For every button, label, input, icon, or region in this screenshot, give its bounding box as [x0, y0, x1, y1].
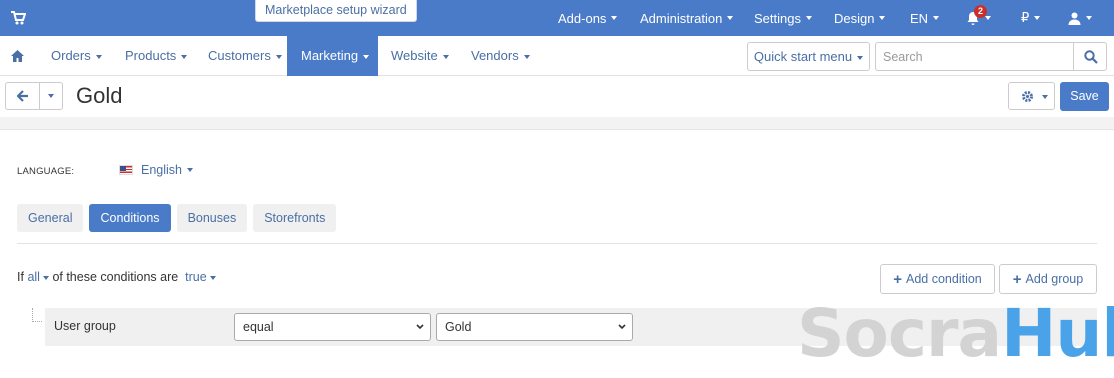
tree-connector: [32, 308, 42, 322]
true-label: true: [185, 270, 207, 284]
caret-down-icon: [1034, 16, 1041, 20]
arrow-left-icon: [17, 90, 28, 102]
design-label: Design: [834, 10, 875, 26]
setup-wizard-button[interactable]: Marketplace setup wizard: [255, 0, 417, 22]
watermark-part1: Socra: [797, 295, 1002, 372]
nav-products[interactable]: Products: [125, 36, 188, 76]
all-selector[interactable]: all: [27, 270, 49, 284]
search-input[interactable]: [875, 42, 1074, 71]
chevron-down-icon: [618, 324, 626, 330]
tab-bonuses[interactable]: Bonuses: [176, 204, 248, 232]
tab-storefronts[interactable]: Storefronts: [253, 204, 337, 232]
nav-marketing[interactable]: Marketing: [287, 36, 378, 76]
back-dropdown-button[interactable]: [39, 82, 63, 110]
caret-down-icon: [805, 16, 812, 20]
nav-orders-label: Orders: [51, 48, 91, 63]
condition-label: User group: [54, 319, 116, 333]
plus-icon: +: [1012, 271, 1022, 288]
page-title: Gold: [76, 83, 123, 108]
add-group-button[interactable]: + Add group: [999, 264, 1097, 294]
watermark-part2: Hub: [1001, 295, 1114, 372]
administration-label: Administration: [640, 10, 723, 26]
search-icon: [1084, 50, 1098, 64]
language-selector[interactable]: English: [119, 163, 193, 177]
nav-vendors-label: Vendors: [471, 48, 519, 63]
notifications-badge: 2: [974, 5, 987, 18]
nav-website-label: Website: [391, 48, 438, 63]
nav-website[interactable]: Website: [391, 36, 449, 76]
design-menu[interactable]: Design: [834, 0, 886, 36]
cart-icon[interactable]: [10, 10, 26, 26]
nav-vendors[interactable]: Vendors: [471, 36, 530, 76]
language-label: EN: [910, 10, 929, 26]
add-condition-label: Add condition: [906, 272, 982, 286]
caret-down-icon: [985, 16, 991, 20]
condition-sentence: If all of these conditions are true: [17, 270, 216, 284]
caret-down-icon: [727, 16, 734, 20]
caret-down-icon: [363, 54, 370, 59]
divider: [0, 117, 1114, 130]
us-flag-icon: [119, 165, 133, 175]
nav-orders[interactable]: Orders: [51, 36, 102, 76]
addons-label: Add-ons: [558, 10, 607, 26]
quick-start-label: Quick start menu: [753, 49, 853, 64]
caret-down-icon: [1086, 16, 1092, 20]
operator-value: equal: [243, 320, 274, 334]
chevron-down-icon: [416, 324, 424, 330]
tab-general[interactable]: General: [17, 204, 84, 232]
caret-down-icon: [181, 54, 188, 59]
tabs-divider: [17, 243, 1097, 244]
nav-customers[interactable]: Customers: [208, 36, 282, 76]
caret-down-icon: [95, 54, 102, 59]
addons-menu[interactable]: Add-ons: [558, 0, 618, 36]
nav-customers-label: Customers: [208, 48, 271, 63]
language-value: English: [141, 163, 182, 177]
caret-down-icon: [523, 54, 530, 59]
caret-down-icon: [1042, 95, 1048, 99]
caret-down-icon: [48, 93, 54, 98]
caret-down-icon: [442, 54, 449, 59]
plus-icon: +: [893, 271, 902, 288]
currency-menu[interactable]: ₽: [1021, 0, 1041, 36]
save-button[interactable]: Save: [1060, 82, 1109, 111]
administration-menu[interactable]: Administration: [640, 0, 734, 36]
caret-down-icon: [879, 16, 886, 20]
add-condition-button[interactable]: + Add condition: [880, 264, 995, 294]
user-menu[interactable]: [1068, 0, 1092, 36]
add-group-label: Add group: [1025, 272, 1084, 286]
all-label: all: [27, 270, 40, 284]
caret-down-icon: [187, 168, 193, 172]
condition-middle-text: of these conditions are: [52, 270, 179, 284]
home-icon[interactable]: [11, 50, 24, 62]
caret-down-icon: [209, 275, 216, 280]
caret-down-icon: [611, 16, 618, 20]
true-selector[interactable]: true: [185, 270, 216, 284]
nav-marketing-label: Marketing: [301, 48, 359, 63]
user-icon: [1068, 12, 1081, 25]
tab-conditions[interactable]: Conditions: [89, 204, 171, 232]
value-value: Gold: [445, 320, 472, 334]
value-select[interactable]: Gold: [436, 313, 633, 341]
search-button[interactable]: [1073, 42, 1107, 71]
caret-down-icon: [42, 275, 49, 280]
settings-label: Settings: [754, 10, 801, 26]
top-bar: [0, 0, 1114, 36]
caret-down-icon: [857, 55, 864, 60]
if-text: If: [17, 270, 24, 284]
gear-icon: [1022, 91, 1033, 102]
currency-label: ₽: [1021, 10, 1030, 25]
language-menu[interactable]: EN: [910, 0, 940, 36]
back-button[interactable]: [5, 82, 40, 110]
tabs: General Conditions Bonuses Storefronts: [17, 204, 337, 232]
caret-down-icon: [933, 16, 940, 20]
nav-products-label: Products: [125, 48, 177, 63]
settings-menu[interactable]: Settings: [754, 0, 812, 36]
quick-start-menu-button[interactable]: Quick start menu: [747, 42, 870, 71]
title-bar: Gold Save: [0, 77, 1114, 117]
settings-dropdown-button[interactable]: [1008, 82, 1055, 110]
caret-down-icon: [275, 54, 282, 59]
operator-select[interactable]: equal: [234, 313, 431, 341]
socrahub-watermark: SocraHub: [797, 301, 1114, 367]
language-field-label: LANGUAGE:: [17, 166, 75, 177]
